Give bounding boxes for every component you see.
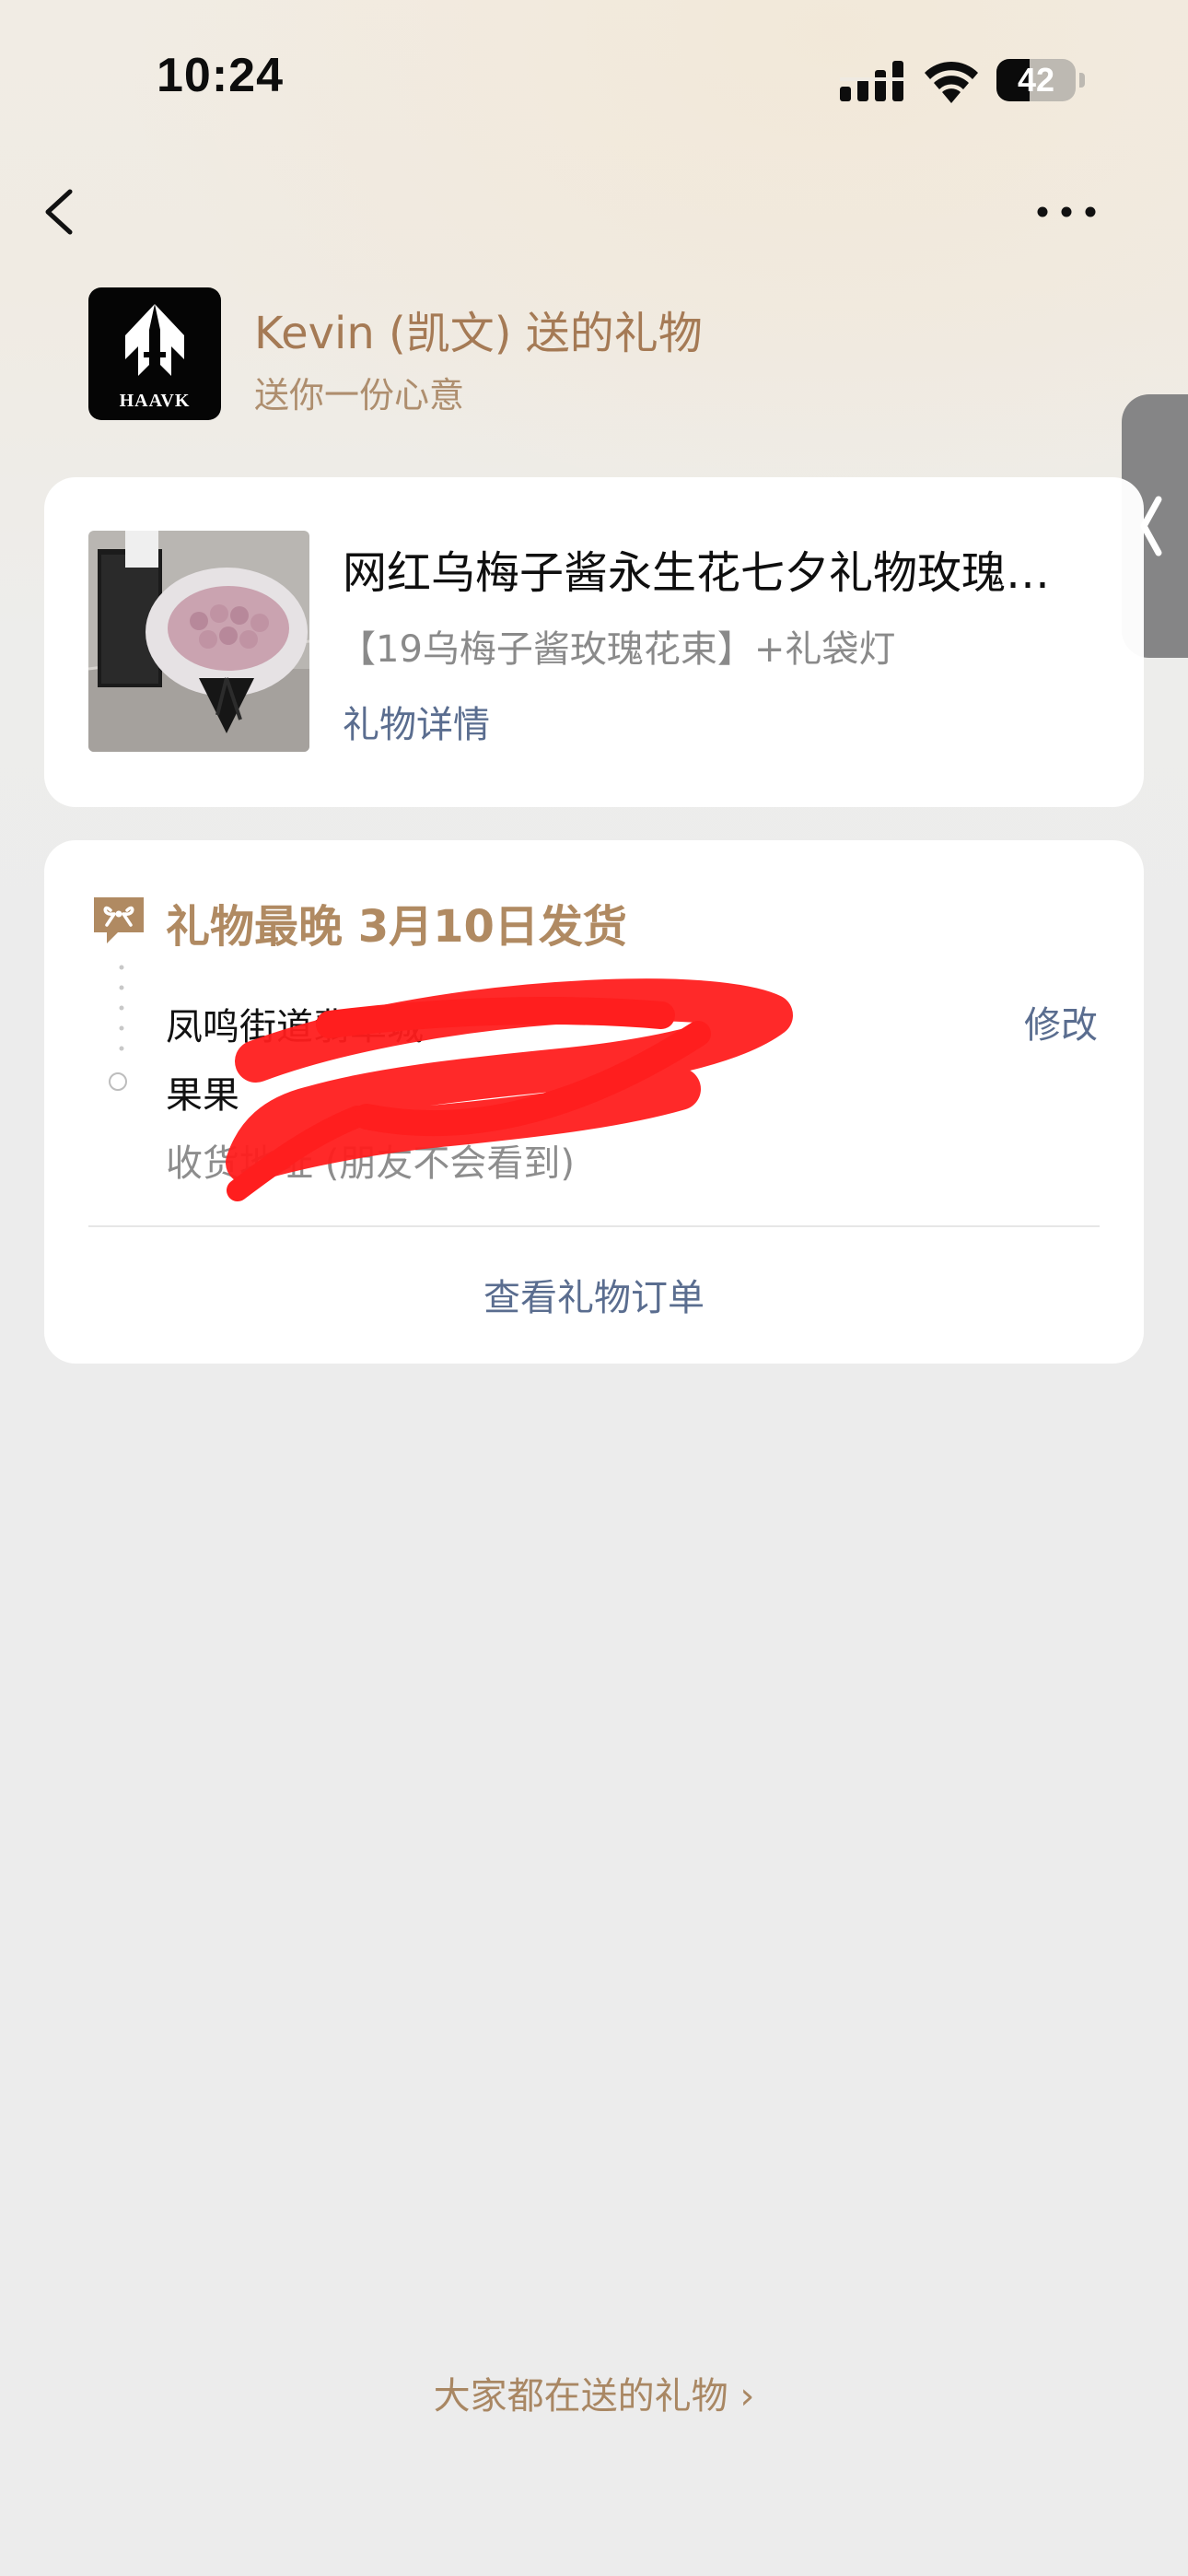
wifi-icon <box>925 61 978 103</box>
more-dots-icon <box>1037 206 1096 217</box>
battery-tip <box>1079 73 1085 88</box>
ship-deadline-title: 礼物最晚 3月10日发货 <box>166 901 627 953</box>
back-button[interactable] <box>33 175 88 249</box>
modify-address-button[interactable]: 修改 <box>1024 995 1098 1048</box>
card-divider <box>88 1225 1100 1227</box>
product-thumbnail[interactable] <box>88 531 309 752</box>
status-bar: 10:24 42 <box>0 0 1188 157</box>
sender-title: Kevin (凯文) 送的礼物 <box>254 308 703 359</box>
gift-detail-link[interactable]: 礼物详情 <box>343 695 490 748</box>
status-time: 10:24 <box>157 49 284 102</box>
shipping-card: 礼物最晚 3月10日发货 凤鸣街道翡翠城 果果 收货地址 (朋友不会看到) 修改… <box>44 840 1144 1364</box>
product-title[interactable]: 网红乌梅子酱永生花七夕礼物玫瑰… <box>343 536 1107 601</box>
timeline-node <box>109 1072 127 1091</box>
gift-icon <box>94 897 144 943</box>
brand-wordmark: HAAVK <box>119 391 191 411</box>
battery-icon: 42 <box>996 59 1085 101</box>
gift-product-card[interactable]: 网红乌梅子酱永生花七夕礼物玫瑰… 【19乌梅子酱玫瑰花束】+礼袋灯 礼物详情 <box>44 477 1144 807</box>
sender-subtitle: 送你一份心意 <box>254 375 465 416</box>
timeline-connector <box>119 965 124 1051</box>
signal-icon <box>840 61 904 101</box>
chevron-left-icon <box>45 189 73 235</box>
brand-logo: HAAVK <box>88 287 221 420</box>
battery-level: 42 <box>1017 61 1055 99</box>
view-gift-order-link[interactable]: 查看礼物订单 <box>44 1268 1144 1321</box>
more-button[interactable] <box>1031 184 1101 240</box>
bouquet-image <box>88 531 309 752</box>
battery-body: 42 <box>996 59 1076 101</box>
product-spec: 【19乌梅子酱玫瑰花束】+礼袋灯 <box>339 628 896 671</box>
red-redaction-scribble <box>226 978 793 1201</box>
popular-gifts-link[interactable]: 大家都在送的礼物 › <box>0 2366 1188 2419</box>
